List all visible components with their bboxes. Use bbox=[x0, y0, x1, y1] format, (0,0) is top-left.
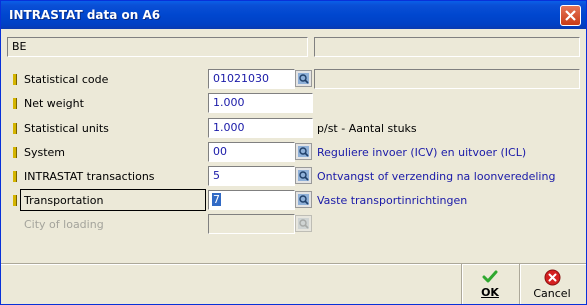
intrastat-transactions-description: Ontvangst of verzending na loonveredelin… bbox=[317, 170, 556, 183]
system-input[interactable]: 00 bbox=[208, 142, 295, 162]
intrastat-dialog: INTRASTAT data on A6 BE Statistical code… bbox=[0, 0, 587, 305]
required-marker bbox=[13, 171, 17, 182]
close-icon bbox=[565, 10, 576, 21]
cancel-icon bbox=[544, 269, 560, 286]
system-description: Reguliere invoer (ICV) en uitvoer (ICL) bbox=[317, 146, 527, 159]
title-bar[interactable]: INTRASTAT data on A6 bbox=[1, 1, 586, 29]
transportation-lookup-button[interactable] bbox=[295, 191, 312, 208]
statistical-code-label: Statistical code bbox=[24, 73, 109, 86]
lookup-icon bbox=[298, 73, 309, 84]
transportation-label: Transportation bbox=[24, 194, 104, 207]
required-marker bbox=[13, 74, 17, 85]
lookup-icon bbox=[298, 170, 309, 181]
checkmark-icon bbox=[482, 270, 498, 283]
statistical-code-input[interactable]: 01021030 bbox=[208, 69, 295, 89]
lookup-icon bbox=[298, 218, 309, 229]
required-marker bbox=[13, 98, 17, 109]
intrastat-transactions-input[interactable]: 5 bbox=[208, 166, 295, 186]
transportation-input[interactable]: 7 bbox=[208, 190, 295, 210]
header-secondary-field bbox=[314, 37, 580, 57]
statistical-units-label: Statistical units bbox=[24, 122, 109, 135]
lookup-icon bbox=[298, 146, 309, 157]
transportation-selected-value: 7 bbox=[212, 193, 221, 206]
statistical-code-description bbox=[314, 69, 580, 89]
city-of-loading-lookup-button bbox=[295, 215, 312, 232]
intrastat-transactions-lookup-button[interactable] bbox=[295, 167, 312, 184]
ok-button[interactable]: OK bbox=[463, 264, 517, 304]
required-marker bbox=[13, 195, 17, 206]
country-field: BE bbox=[7, 37, 308, 57]
ok-button-label: OK bbox=[481, 286, 499, 299]
statistical-code-lookup-button[interactable] bbox=[295, 70, 312, 87]
system-lookup-button[interactable] bbox=[295, 143, 312, 160]
required-marker bbox=[13, 147, 17, 158]
close-button[interactable] bbox=[560, 5, 581, 26]
cancel-button-label: Cancel bbox=[533, 287, 571, 300]
lookup-icon bbox=[298, 194, 309, 205]
statistical-units-input[interactable]: 1.000 bbox=[208, 118, 313, 138]
intrastat-transactions-label: INTRASTAT transactions bbox=[24, 170, 155, 183]
statistical-units-description: p/st - Aantal stuks bbox=[317, 122, 417, 135]
required-marker bbox=[13, 123, 17, 134]
transportation-description: Vaste transportinrichtingen bbox=[317, 194, 468, 207]
cancel-button[interactable]: Cancel bbox=[521, 264, 583, 304]
window-title: INTRASTAT data on A6 bbox=[9, 8, 161, 22]
system-label: System bbox=[24, 146, 66, 159]
city-of-loading-input bbox=[208, 214, 295, 234]
city-of-loading-label: City of loading bbox=[24, 218, 104, 231]
net-weight-input[interactable]: 1.000 bbox=[208, 93, 313, 113]
net-weight-label: Net weight bbox=[24, 97, 84, 110]
